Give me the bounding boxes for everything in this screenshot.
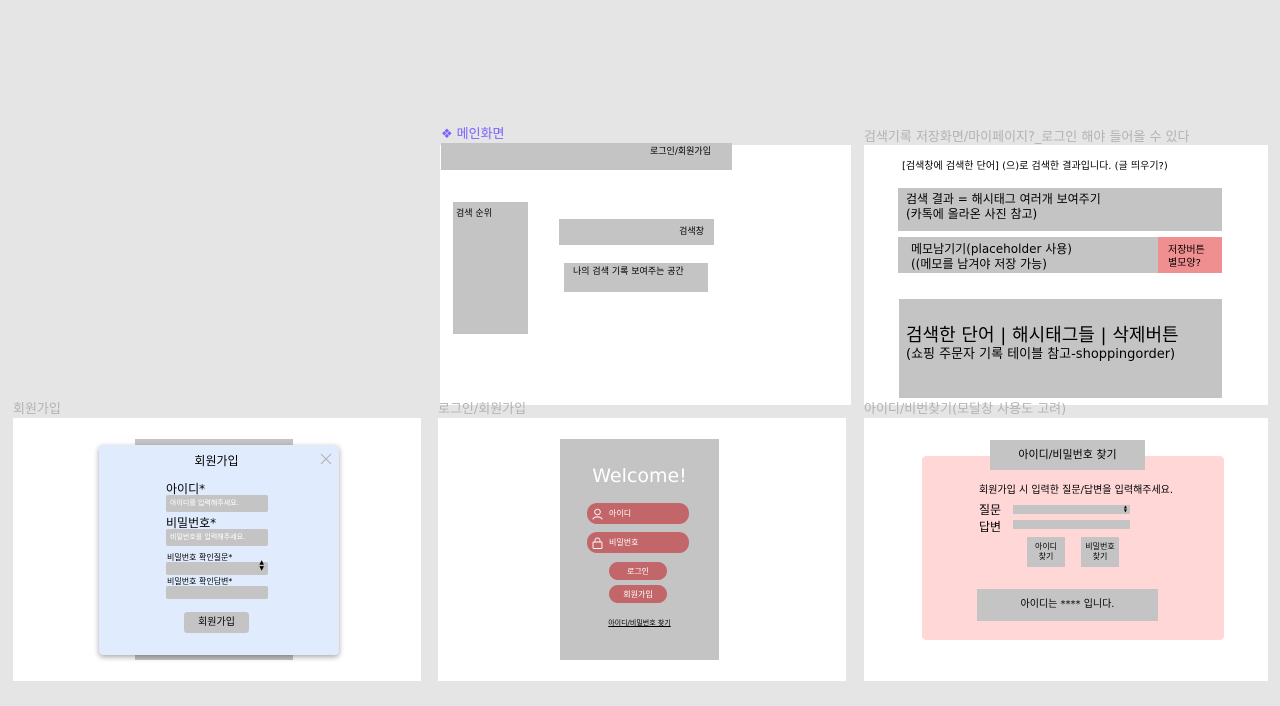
login-screen-label: 로그인/회원가입 <box>438 402 527 417</box>
result-line-1: 검색 결과 = 해시태그 여러개 보여주기 <box>906 192 1101 206</box>
memo-line-1: 메모남기기(placeholder 사용) <box>911 242 1072 256</box>
search-input-label: 검색창 <box>679 227 704 237</box>
component-icon: ❖ <box>441 127 453 142</box>
id-input[interactable]: 아이디를 입력해주세요. <box>166 495 268 512</box>
memo-input[interactable]: 메모남기기(placeholder 사용) ((메모를 남겨야 저장 가능) <box>898 237 1160 273</box>
signup-modal-title: 회원가입 <box>194 454 239 468</box>
table-line-1: 검색한 단어 | 해시태그들 | 삭제버튼 <box>906 325 1179 346</box>
password-input[interactable]: 비밀번호를 입력해주세요. <box>166 529 268 546</box>
history-table-panel: 검색한 단어 | 해시태그들 | 삭제버튼 (쇼핑 주문자 기록 테이블 참고-… <box>899 299 1222 398</box>
main-screen-title: 메인화면 <box>456 127 505 142</box>
find-password-button[interactable]: 비밀번호 찾기 <box>1081 537 1119 567</box>
result-hashtags-panel: 검색 결과 = 해시태그 여러개 보여주기 (카톡에 올라온 사진 참고) <box>898 188 1222 231</box>
find-answer-input[interactable] <box>1013 520 1130 529</box>
history-header-text: [검색창에 검색한 단어] (으)로 검색한 결과입니다. (글 띄우기?) <box>902 161 1168 172</box>
find-instruction: 회원가입 시 입력한 질문/답변을 입력해주세요. <box>979 485 1174 496</box>
search-rank-label: 검색 순위 <box>456 209 492 219</box>
search-input[interactable]: 검색창 <box>559 219 714 245</box>
save-line-2: 별모양? <box>1168 258 1201 269</box>
login-id-input[interactable]: 아이디 <box>587 503 689 524</box>
save-star-button[interactable]: 저장버튼 별모양? <box>1158 237 1222 273</box>
main-screen-label: ❖ 메인화면 <box>441 123 505 142</box>
find-modal-title: 아이디/비밀번호 찾기 <box>990 440 1145 470</box>
find-screen-label: 아이디/비번찾기(모달창 사용도 고려) <box>864 402 1067 417</box>
signup-screen-label: 회원가입 <box>13 402 61 417</box>
find-pw-line-1: 비밀번호 <box>1085 542 1115 551</box>
answer-input[interactable] <box>166 586 268 599</box>
question-select[interactable]: ▲ ▼ <box>166 559 268 575</box>
signup-modal: 회원가입 아이디* 아이디를 입력해주세요. 비밀번호* 비밀번호를 입력해주세… <box>99 445 339 655</box>
lock-icon <box>592 537 603 549</box>
find-id-line-2: 찾기 <box>1038 552 1054 561</box>
search-rank-panel: 검색 순위 <box>453 202 528 334</box>
find-id-button[interactable]: 아이디 찾기 <box>1027 537 1065 567</box>
result-line-2: (카톡에 올라온 사진 참고) <box>906 207 1038 221</box>
signup-submit-button[interactable]: 회원가입 <box>184 612 249 633</box>
table-line-2: (쇼핑 주문자 기록 테이블 참고-shoppingorder) <box>906 347 1176 362</box>
find-answer-label: 답변 <box>979 520 1002 534</box>
user-icon <box>592 508 603 520</box>
my-history-label: 나의 검색 기록 보여주는 공간 <box>573 267 684 277</box>
login-signup-link[interactable]: 로그인/회원가입 <box>650 144 711 157</box>
close-icon[interactable] <box>320 450 332 465</box>
memo-line-2: ((메모를 남겨야 저장 가능) <box>911 257 1047 271</box>
top-nav-bar: 로그인/회원가입 <box>441 143 732 170</box>
find-id-line-1: 아이디 <box>1034 542 1058 551</box>
welcome-title: Welcome! <box>592 465 687 487</box>
find-result-box: 아이디는 **** 입니다. <box>977 589 1158 621</box>
find-pw-line-2: 찾기 <box>1092 552 1108 561</box>
find-account-link[interactable]: 아이디/비밀번호 찾기 <box>560 618 719 628</box>
login-id-placeholder: 아이디 <box>609 509 632 518</box>
login-password-placeholder: 비밀번호 <box>609 538 639 547</box>
save-line-1: 저장버튼 <box>1168 245 1205 256</box>
select-stepper-icon: ▲ ▼ <box>259 559 264 572</box>
find-question-select[interactable]: ▲ ▼ <box>1013 505 1130 514</box>
history-screen-label: 검색기록 저장화면/마이페이지?_로그인 해야 들어올 수 있다 <box>864 130 1190 145</box>
login-password-input[interactable]: 비밀번호 <box>587 532 689 553</box>
find-question-label: 질문 <box>979 503 1002 517</box>
select-stepper-icon: ▲ ▼ <box>1123 504 1127 513</box>
signup-button[interactable]: 회원가입 <box>609 585 667 603</box>
my-history-panel: 나의 검색 기록 보여주는 공간 <box>564 263 708 292</box>
login-button[interactable]: 로그인 <box>609 562 667 580</box>
